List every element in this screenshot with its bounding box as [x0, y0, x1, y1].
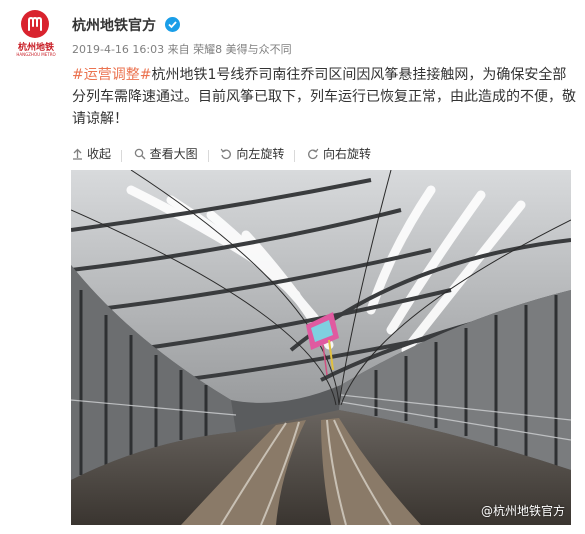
post-source[interactable]: 荣耀8 美得与众不同: [193, 43, 292, 56]
divider: [294, 150, 296, 162]
rotate-left-button[interactable]: 向左旋转: [220, 145, 284, 162]
rotate-right-button[interactable]: 向右旋转: [307, 145, 371, 162]
metro-logo-icon: [21, 10, 49, 38]
post-meta: 2019-4-16 16:03 来自 荣耀8 美得与众不同: [72, 41, 292, 57]
collapse-button[interactable]: 收起: [72, 145, 111, 162]
divider: [120, 150, 122, 162]
post-photo[interactable]: @杭州地铁官方: [71, 170, 571, 525]
avatar[interactable]: 杭州地铁 HANGZHOU METRO: [8, 10, 64, 58]
tunnel-photo-illustration: [71, 170, 571, 525]
rotate-left-icon: [221, 148, 232, 159]
source-prefix: 来自: [167, 43, 190, 56]
post-date[interactable]: 2019-4-16 16:03: [72, 43, 164, 56]
image-toolbar: 收起 查看大图 向左旋转 向右旋转: [72, 145, 572, 162]
post-header: 杭州地铁官方: [72, 14, 181, 35]
hashtag-link[interactable]: #运营调整#: [72, 67, 151, 83]
divider: [207, 150, 209, 162]
verified-icon: [165, 17, 181, 32]
username[interactable]: 杭州地铁官方: [72, 15, 156, 35]
rotate-right-icon: [308, 148, 319, 159]
view-large-button[interactable]: 查看大图: [134, 145, 198, 162]
upload-arrow-icon: [73, 148, 82, 160]
logo-subtext: HANGZHOU METRO: [16, 52, 56, 57]
magnifier-icon: [134, 148, 146, 159]
photo-watermark: @杭州地铁官方: [480, 504, 565, 518]
post-content: #运营调整#杭州地铁1号线乔司南往乔司区间因风筝悬挂接触网，为确保安全部分列车需…: [72, 64, 578, 130]
